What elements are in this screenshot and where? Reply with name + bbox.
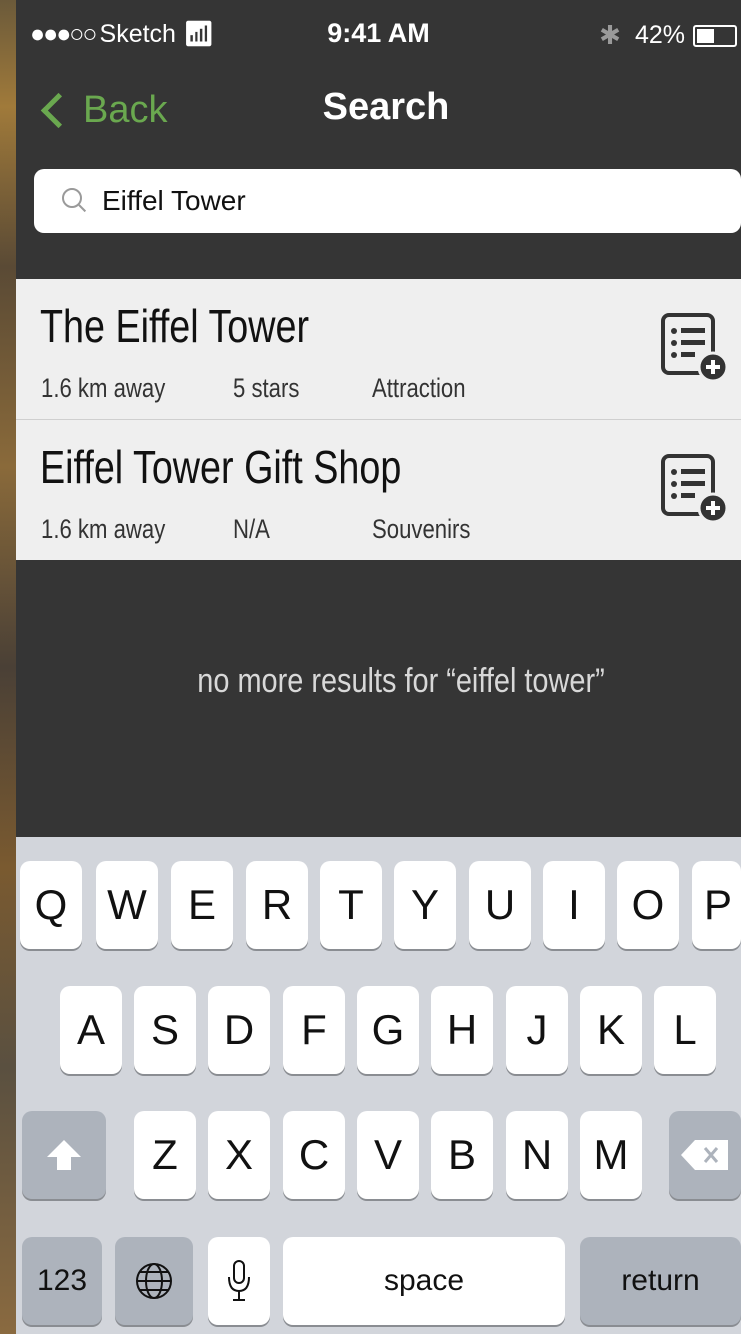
shift-arrow-icon — [47, 1140, 81, 1170]
numbers-key[interactable]: 123 — [22, 1237, 102, 1325]
key-n[interactable]: N — [506, 1111, 568, 1199]
add-to-list-button[interactable] — [659, 309, 729, 383]
search-input[interactable] — [102, 185, 662, 217]
key-c[interactable]: C — [283, 1111, 345, 1199]
search-icon — [62, 188, 88, 214]
microphone-icon — [228, 1260, 250, 1301]
key-y[interactable]: Y — [394, 861, 456, 949]
status-bar: ●●●○○ Sketch 📶︎ 9:41 AM ✱ 42% — [16, 0, 741, 72]
key-i[interactable]: I — [543, 861, 605, 949]
no-more-results-text: no more results for “eiffel tower” — [197, 662, 605, 700]
key-x[interactable]: X — [208, 1111, 270, 1199]
keyboard: Q W E R T Y U I O P A S D F G H J K L Z … — [16, 837, 741, 1334]
return-key[interactable]: return — [580, 1237, 741, 1325]
backspace-icon — [681, 1140, 728, 1170]
delete-key[interactable] — [669, 1111, 741, 1199]
bluetooth-icon: ✱ — [599, 20, 621, 50]
result-row[interactable]: The Eiffel Tower 1.6 km away 5 stars Att… — [16, 279, 741, 420]
key-e[interactable]: E — [171, 861, 233, 949]
key-g[interactable]: G — [357, 986, 419, 1074]
key-q[interactable]: Q — [20, 861, 82, 949]
result-name: The Eiffel Tower — [40, 300, 310, 352]
battery-percent: 42% — [634, 21, 685, 49]
key-m[interactable]: M — [580, 1111, 642, 1199]
result-distance: 1.6 km away — [41, 373, 166, 403]
search-bar[interactable] — [34, 169, 741, 233]
result-category: Attraction — [372, 373, 466, 403]
result-name: Eiffel Tower Gift Shop — [40, 441, 402, 493]
key-l[interactable]: L — [654, 986, 716, 1074]
key-p[interactable]: P — [692, 861, 741, 949]
result-distance: 1.6 km away — [41, 514, 166, 544]
add-to-list-icon — [661, 454, 729, 524]
search-screen: ●●●○○ Sketch 📶︎ 9:41 AM ✱ 42% Back Search… — [16, 0, 741, 1334]
key-b[interactable]: B — [431, 1111, 493, 1199]
result-category: Souvenirs — [372, 514, 471, 544]
add-to-list-button[interactable] — [659, 450, 729, 524]
navigation-bar: Back Search — [16, 72, 741, 158]
result-row[interactable]: Eiffel Tower Gift Shop 1.6 km away N/A S… — [16, 420, 741, 560]
shift-key[interactable] — [22, 1111, 106, 1199]
key-d[interactable]: D — [208, 986, 270, 1074]
key-k[interactable]: K — [580, 986, 642, 1074]
key-s[interactable]: S — [134, 986, 196, 1074]
background-photo-edge — [0, 0, 16, 1334]
globe-icon — [136, 1263, 172, 1299]
key-o[interactable]: O — [617, 861, 679, 949]
key-t[interactable]: T — [320, 861, 382, 949]
space-key[interactable]: space — [283, 1237, 565, 1325]
globe-key[interactable] — [115, 1237, 193, 1325]
page-title: Search — [322, 86, 450, 128]
key-r[interactable]: R — [246, 861, 308, 949]
key-u[interactable]: U — [469, 861, 531, 949]
dictation-key[interactable] — [208, 1237, 270, 1325]
key-z[interactable]: Z — [134, 1111, 196, 1199]
result-rating: N/A — [233, 514, 270, 544]
key-v[interactable]: V — [357, 1111, 419, 1199]
key-f[interactable]: F — [283, 986, 345, 1074]
key-j[interactable]: J — [506, 986, 568, 1074]
battery-icon — [693, 24, 737, 47]
key-w[interactable]: W — [96, 861, 158, 949]
key-h[interactable]: H — [431, 986, 493, 1074]
result-rating: 5 stars — [233, 373, 300, 403]
key-a[interactable]: A — [60, 986, 122, 1074]
add-to-list-icon — [661, 313, 729, 383]
status-right: ✱ 42% — [599, 20, 737, 51]
